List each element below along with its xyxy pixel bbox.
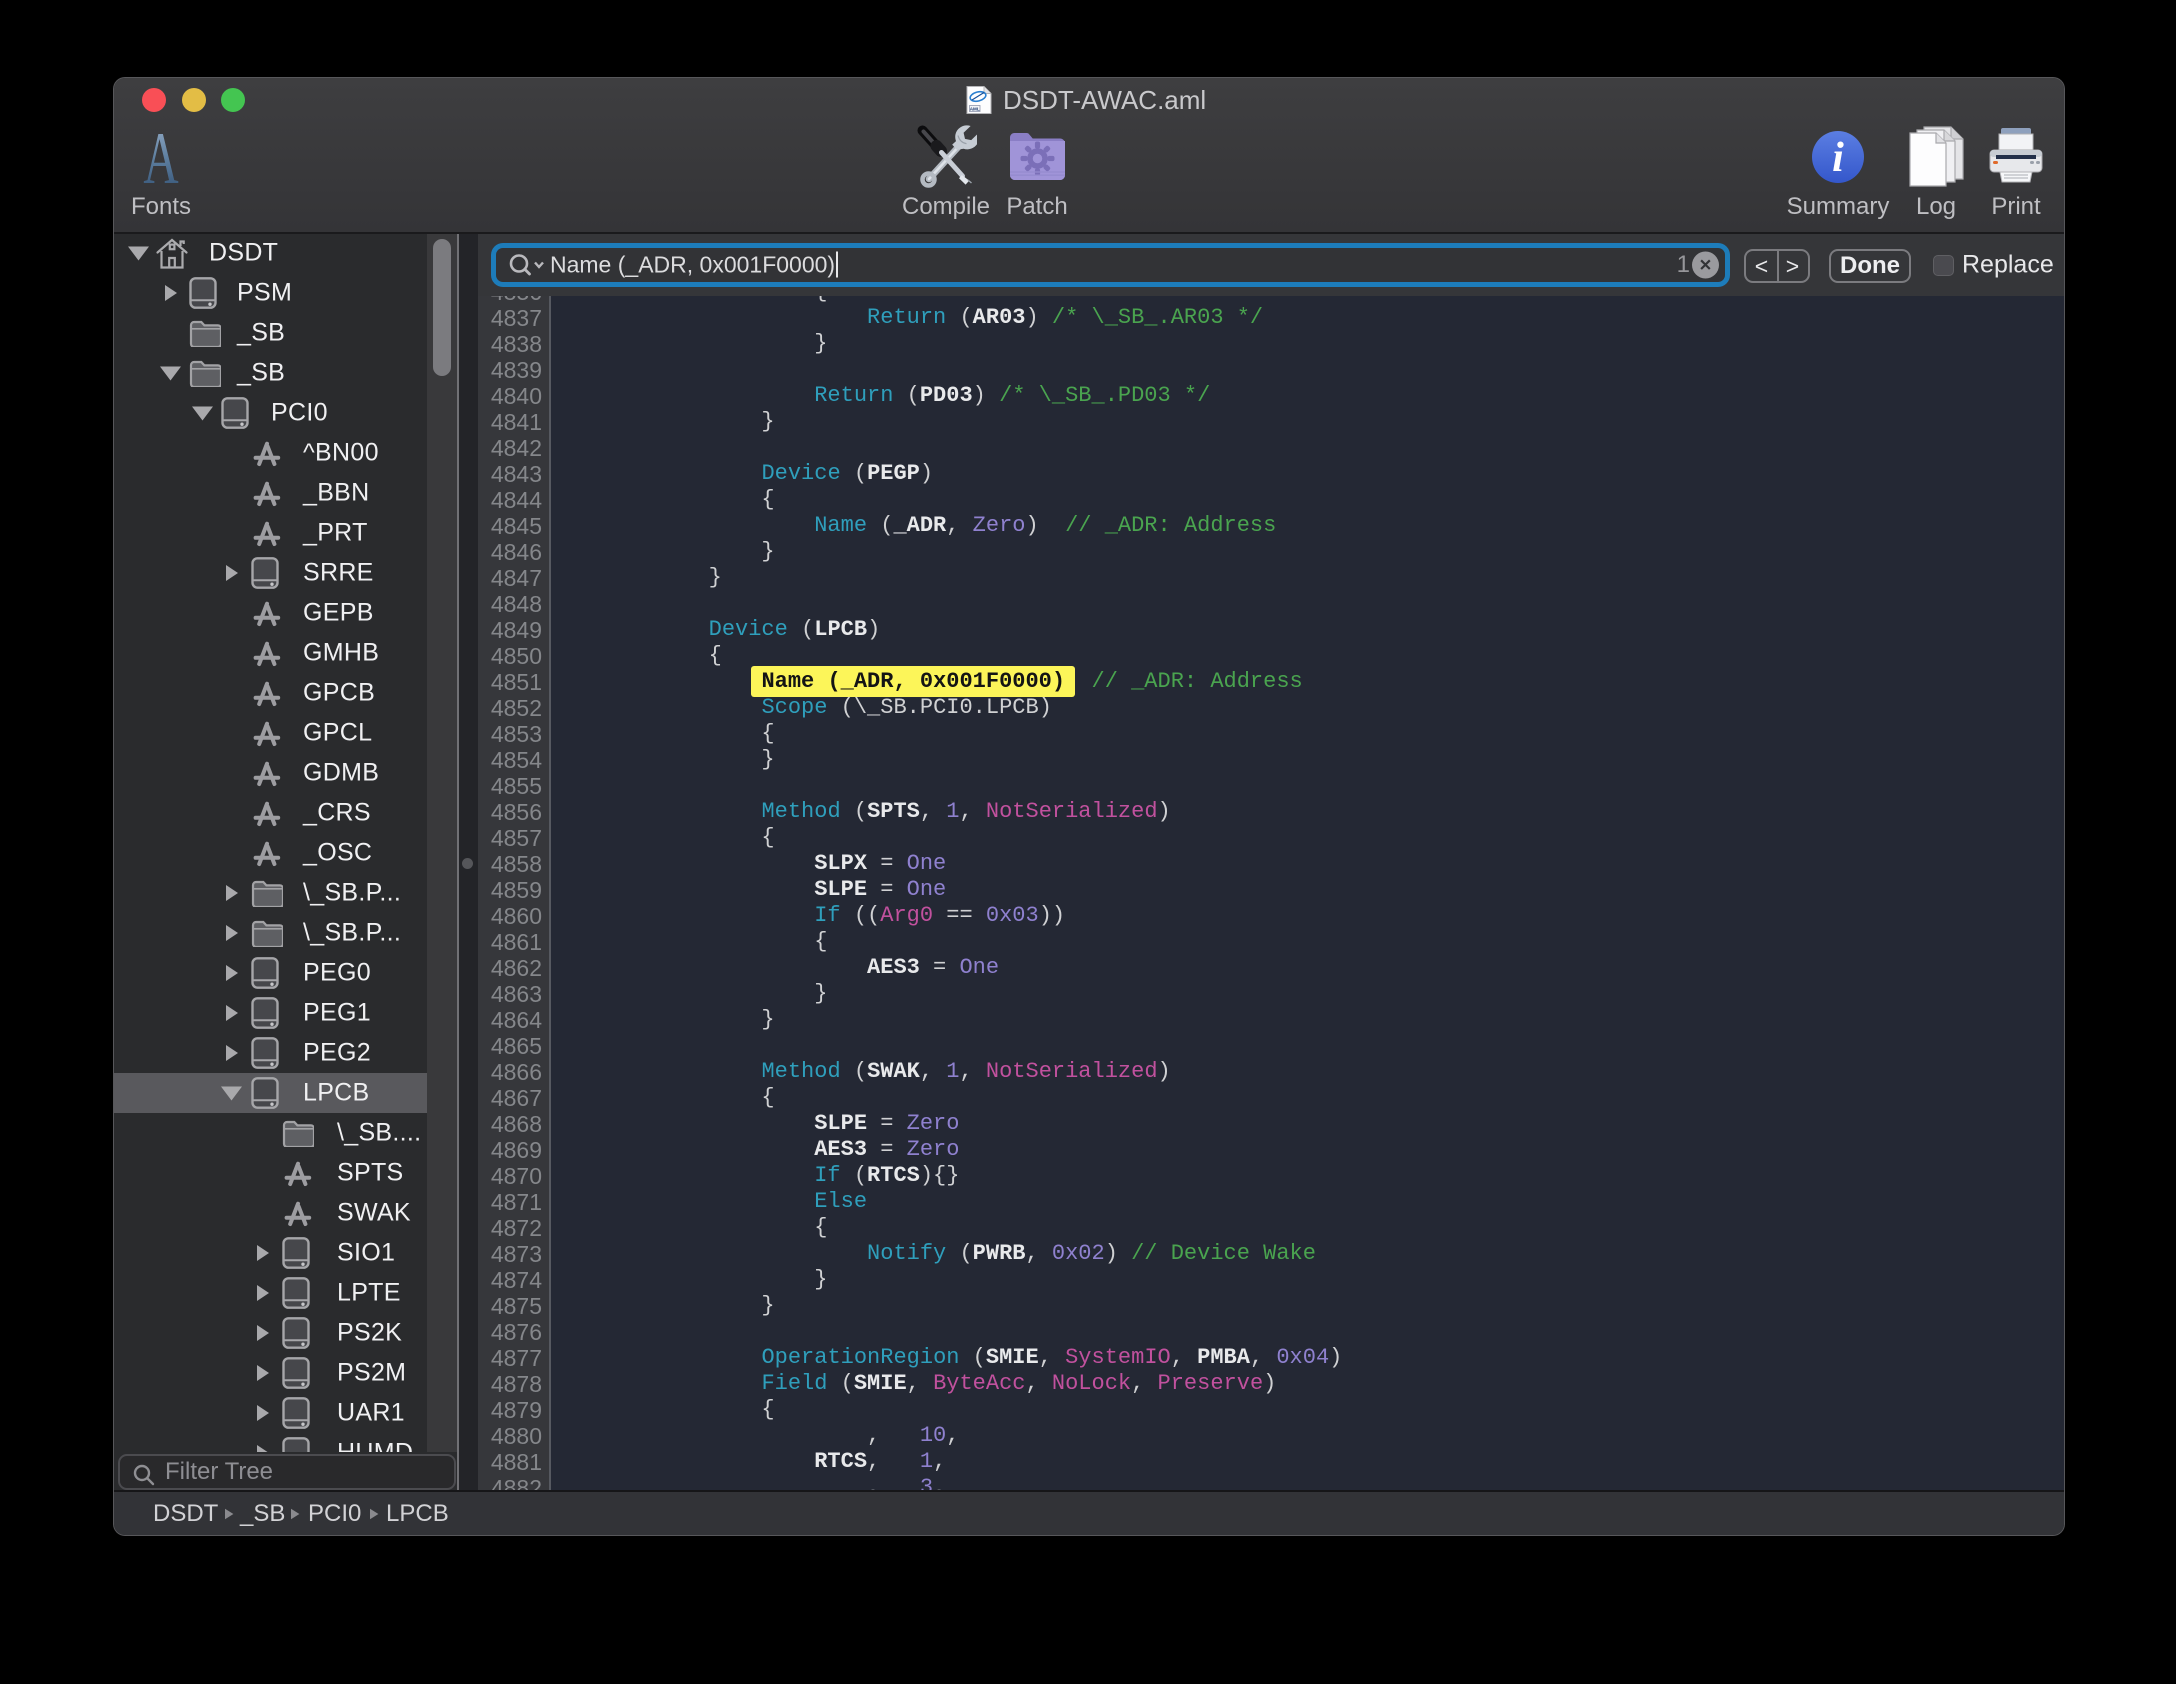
svg-text:A: A	[143, 128, 178, 188]
svg-text:i: i	[1832, 135, 1844, 181]
svg-text:AML: AML	[970, 107, 980, 112]
